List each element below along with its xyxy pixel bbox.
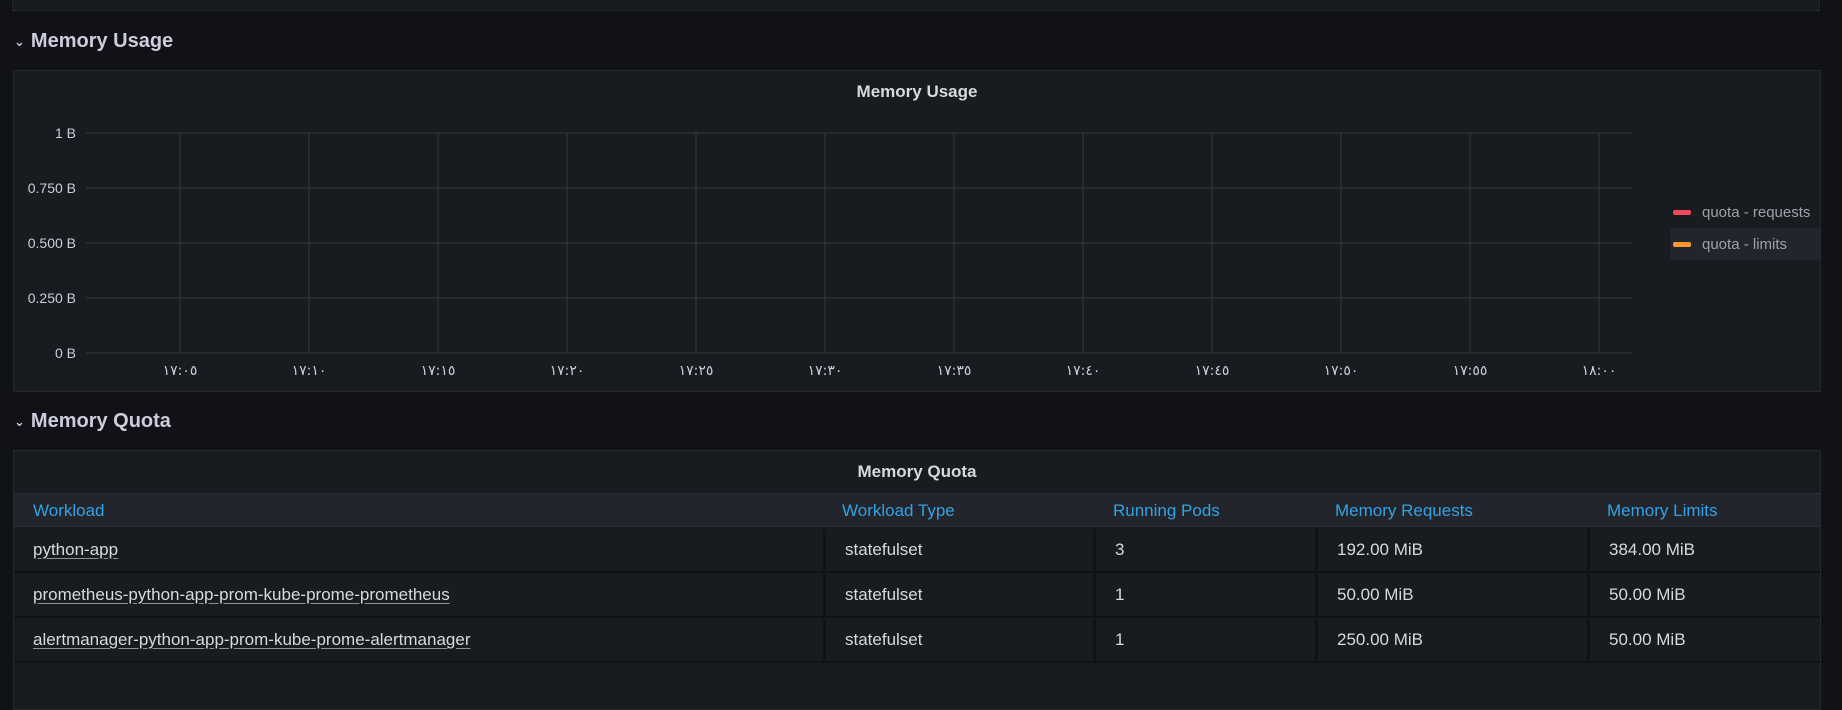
- panel-title: Memory Quota: [857, 462, 977, 481]
- table-row: alertmanager-python-app-prom-kube-prome-…: [14, 619, 1820, 663]
- cell-running-pods: 3: [1093, 529, 1315, 571]
- table-header: Workload Workload Type Running Pods Memo…: [14, 493, 1820, 527]
- legend-item-requests[interactable]: quota - requests: [1670, 196, 1820, 228]
- cell-workload-type: statefulset: [823, 574, 1093, 616]
- row-toggle-memory-quota[interactable]: ⌄ Memory Quota: [14, 406, 171, 436]
- workload-link[interactable]: alertmanager-python-app-prom-kube-prome-…: [33, 630, 470, 649]
- legend-label: quota - requests: [1702, 203, 1811, 221]
- row-toggle-memory-usage[interactable]: ⌄ Memory Usage: [14, 26, 173, 56]
- cell-memory-limits: 384.00 MiB: [1587, 529, 1820, 571]
- column-header-memory-limits[interactable]: Memory Limits: [1607, 494, 1718, 528]
- chevron-down-icon: ⌄: [14, 34, 25, 49]
- column-header-running-pods[interactable]: Running Pods: [1113, 494, 1220, 528]
- x-tick-label: ١٧:٢٠: [550, 363, 585, 379]
- x-tick-label: ١٧:٥٠: [1324, 363, 1359, 379]
- y-tick-label: 0.500 B: [28, 235, 76, 251]
- cell-workload-type: statefulset: [823, 529, 1093, 571]
- cell-workload: prometheus-python-app-prom-kube-prome-pr…: [14, 574, 823, 616]
- row-title: Memory Usage: [30, 29, 174, 52]
- workload-link[interactable]: prometheus-python-app-prom-kube-prome-pr…: [33, 585, 450, 604]
- cell-memory-limits: 50.00 MiB: [1587, 619, 1820, 661]
- y-tick-label: 1 B: [55, 125, 76, 141]
- column-header-memory-requests[interactable]: Memory Requests: [1335, 494, 1473, 528]
- cell-workload: alertmanager-python-app-prom-kube-prome-…: [14, 619, 823, 661]
- workload-link[interactable]: python-app: [33, 540, 118, 559]
- chevron-down-icon: ⌄: [14, 414, 25, 429]
- cell-running-pods: 1: [1093, 574, 1315, 616]
- x-tick-label: ١٧:٢٥: [679, 363, 714, 379]
- x-tick-label: ١٧:١٥: [421, 363, 456, 379]
- memory-quota-table-panel: Memory Quota Workload Workload Type Runn…: [13, 450, 1821, 710]
- table-row: python-app statefulset 3 192.00 MiB 384.…: [14, 529, 1820, 573]
- cell-workload-type: statefulset: [823, 619, 1093, 661]
- cell-memory-limits: 50.00 MiB: [1587, 574, 1820, 616]
- y-tick-label: 0.250 B: [28, 290, 76, 306]
- cell-memory-requests: 50.00 MiB: [1315, 574, 1587, 616]
- cell-memory-requests: 192.00 MiB: [1315, 529, 1587, 571]
- row-title: Memory Quota: [30, 409, 171, 432]
- x-tick-label: ١٧:٣٥: [937, 363, 972, 379]
- x-tick-label: ١٧:٥٥: [1453, 363, 1488, 379]
- cell-memory-requests: 250.00 MiB: [1315, 619, 1587, 661]
- chart-canvas[interactable]: 0 B 0.250 B 0.500 B 0.750 B 1 B ١٧:٠٥ ١٧:١٠ ١٧:…: [14, 71, 1820, 391]
- legend-label: quota - limits: [1702, 235, 1788, 253]
- previous-panel-edge: [12, 0, 1820, 11]
- table-row: prometheus-python-app-prom-kube-prome-pr…: [14, 574, 1820, 618]
- column-header-workload-type[interactable]: Workload Type: [842, 494, 955, 528]
- x-tick-label: ١٨:٠٠: [1582, 363, 1617, 379]
- legend-swatch-limits: [1673, 241, 1691, 247]
- column-header-workload[interactable]: Workload: [33, 494, 105, 528]
- x-tick-label: ١٧:١٠: [292, 363, 327, 379]
- cell-running-pods: 1: [1093, 619, 1315, 661]
- memory-usage-chart-panel: Memory Usage 0 B 0.250 B 0.500 B 0.750 B1 B…: [13, 70, 1821, 392]
- x-tick-label: ١٧:٤٥: [1195, 363, 1230, 379]
- y-tick-label: 0 B: [55, 345, 76, 361]
- x-tick-label: ١٧:٠٥: [163, 363, 198, 379]
- chart-legend: quota - requests quota - limits: [1670, 196, 1820, 260]
- legend-swatch-requests: [1673, 209, 1691, 215]
- legend-item-limits[interactable]: quota - limits: [1670, 228, 1820, 260]
- cell-workload: python-app: [14, 529, 823, 571]
- y-tick-label: 0.750 B: [28, 180, 76, 196]
- x-tick-label: ١٧:٣٠: [808, 363, 843, 379]
- x-tick-label: ١٧:٤٠: [1066, 363, 1101, 379]
